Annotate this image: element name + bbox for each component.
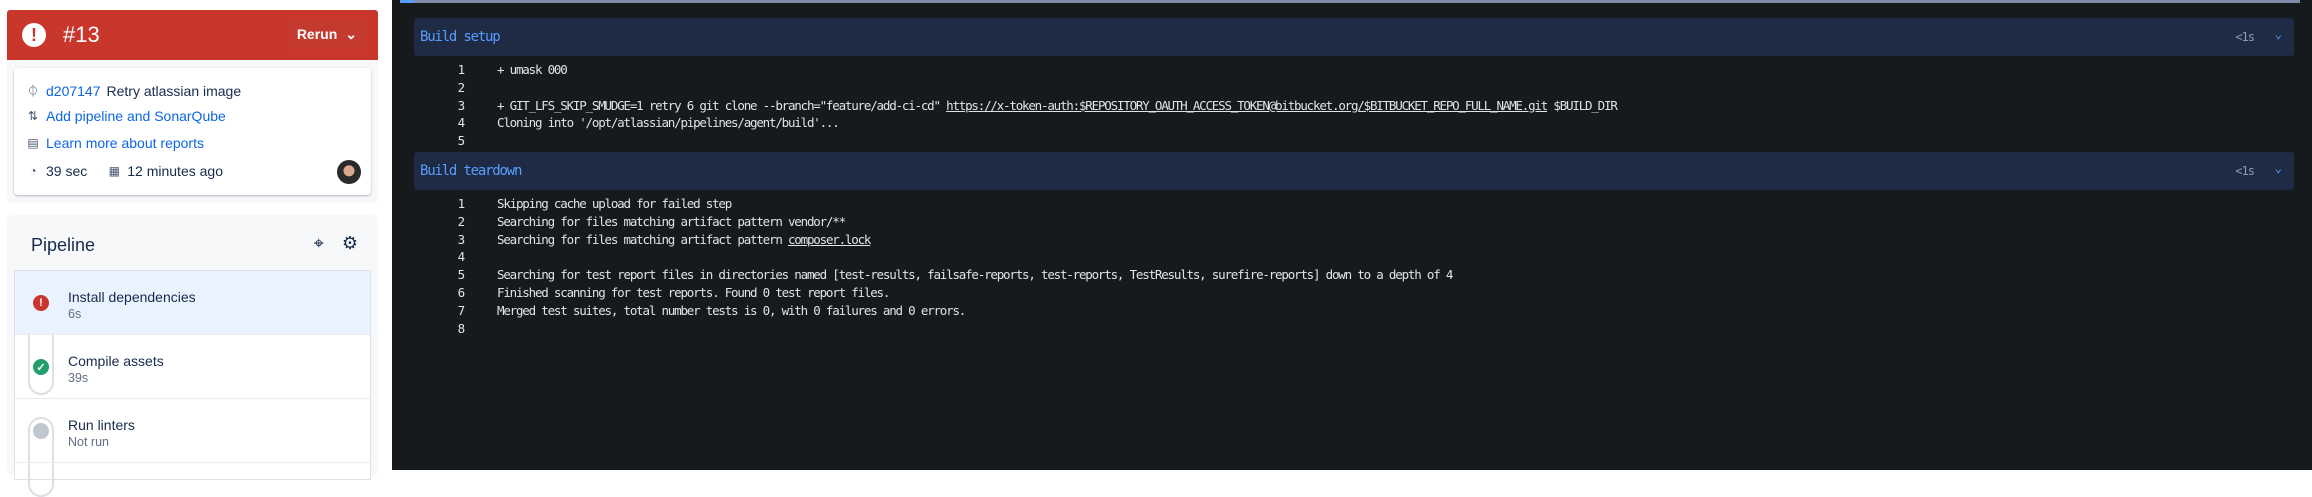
line-number[interactable]: 6 [454,285,466,300]
log-viewer: Build setup <1s ⌄ 1 + umask 000 2 3 + GIT_LFS_S… [392,0,2312,470]
run-sidebar: ! #13 Rerun ⌄ ⏀ d207147 Retry atlassian ima… [0,0,392,497]
pull-request-icon: ⇅ [27,109,39,123]
log-text: Cloning into '/opt/atlassian/pipelines/a… [497,115,840,131]
step-install-dependencies[interactable]: ! Install dependencies 6s [15,271,370,335]
chevron-down-icon[interactable]: ⌄ [2275,27,2282,41]
step-duration: 39s [68,371,89,385]
gear-icon[interactable]: ⚙ [342,233,358,254]
duration: 39 sec [46,163,88,179]
step-name: Install dependencies [68,289,196,305]
chevron-down-icon: ⌄ [345,25,357,42]
commit-message: Retry atlassian image [106,82,242,99]
log-text: Skipping cache upload for failed step [497,196,732,211]
run-header: ! #13 Rerun ⌄ [7,10,378,60]
success-check-icon: ✓ [33,359,49,375]
commit-icon: ⏀ [26,84,39,98]
section-title: Build teardown [420,163,522,179]
log-text: $BUILD_DIR [1547,97,1617,113]
log-section-header[interactable]: Build setup <1s ⌄ [414,18,2294,56]
clock-icon: ◔ [29,164,37,178]
rerun-button[interactable]: Rerun ⌄ [287,19,366,49]
commit-hash-link[interactable]: d207147 [46,83,101,99]
line-number[interactable]: 4 [454,249,466,264]
line-number[interactable]: 8 [454,321,466,336]
not-run-status-icon [33,423,49,439]
step-duration: Not run [68,435,109,449]
section-title: Build setup [420,29,501,45]
step-name: Run linters [68,417,135,433]
line-number[interactable]: 2 [454,80,466,95]
pull-request-link[interactable]: Add pipeline and SonarQube [46,108,226,124]
line-number[interactable]: 5 [454,133,466,148]
step-run-linters[interactable]: Run linters Not run [15,399,370,463]
log-text: Searching for files matching artifact pa… [497,213,846,229]
pipeline-panel: Pipeline ⌖ ⚙ ! Install dependencies 6s ✓ … [7,215,378,497]
log-text: + GIT_LFS_SKIP_SMUDGE=1 retry 6 git clon… [497,97,947,113]
step-duration: 6s [68,307,82,321]
log-link[interactable]: https://x-token-auth:$REPOSITORY_OAUTH_A… [946,98,1548,113]
run-info: ⏀ d207147 Retry atlassian image ⇅ Add pipel… [7,60,378,203]
reports-link[interactable]: Learn more about reports [46,135,204,151]
rerun-label: Rerun [296,26,338,42]
log-link[interactable]: composer.lock [788,232,871,247]
pipeline-title: Pipeline [31,235,96,255]
step-compile-assets[interactable]: ✓ Compile assets 39s [15,335,370,399]
run-info-card: ⏀ d207147 Retry atlassian image ⇅ Add pipel… [14,68,371,195]
log-section-header[interactable]: Build teardown <1s ⌄ [414,152,2294,190]
time-ago: 12 minutes ago [127,163,223,179]
calendar-icon: ▦ [108,164,120,178]
line-number[interactable]: 4 [454,115,466,130]
error-status-icon: ! [33,295,49,311]
reports-icon: ▤ [27,136,39,150]
line-number[interactable]: 2 [454,214,466,229]
step-name: Compile assets [68,353,164,369]
avatar[interactable] [337,160,361,184]
log-text: Searching for files matching artifact pa… [497,231,788,247]
run-number: #13 [63,22,100,47]
rocket-icon[interactable]: ⌖ [314,233,324,254]
section-duration: <1s [2235,164,2255,178]
log-text: Searching for test report files in direc… [497,267,1453,283]
line-number[interactable]: 1 [454,62,466,77]
log-text: Finished scanning for test reports. Foun… [497,285,890,300]
line-number[interactable]: 3 [454,232,466,247]
line-number[interactable]: 3 [454,98,466,113]
line-number[interactable]: 1 [454,196,466,211]
log-text: + umask 000 [497,62,568,77]
chevron-down-icon[interactable]: ⌄ [2275,161,2282,175]
step-list: ! Install dependencies 6s ✓ Compile asse… [14,270,371,497]
section-duration: <1s [2235,30,2255,44]
progress-bar [400,0,2300,3]
log-text: Merged test suites, total number tests i… [497,302,966,318]
error-icon: ! [22,23,46,47]
line-number[interactable]: 5 [454,267,466,282]
line-number[interactable]: 7 [454,303,466,318]
